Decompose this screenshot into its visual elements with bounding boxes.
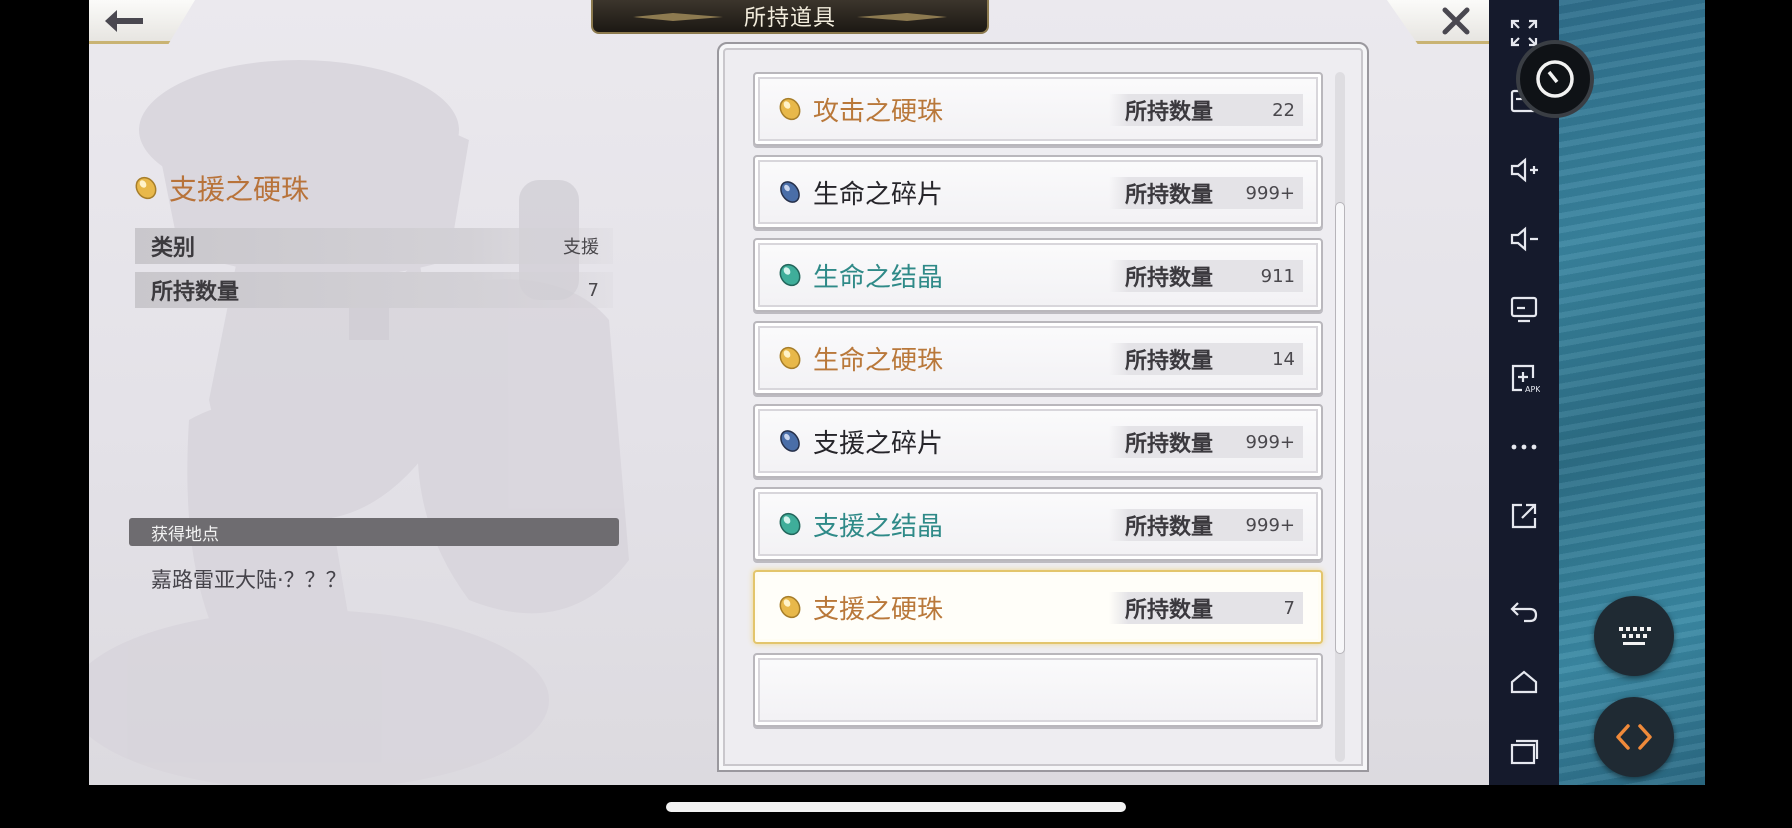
keyboard-icon <box>1619 627 1651 645</box>
blue-shard-icon <box>780 181 800 203</box>
volume-down-button[interactable] <box>1505 220 1543 258</box>
quantity-value: 22 <box>1272 99 1295 121</box>
quantity-value: 999+ <box>1245 514 1295 536</box>
item-quantity: 所持数量 7 <box>1109 592 1303 624</box>
item-name: 支援之结晶 <box>813 511 944 542</box>
source-header-label: 获得地点 <box>151 524 219 545</box>
game-viewport: 所持道具 支援之硬珠 类别 支援 所持数量 7 获得地点 嘉路雷亚大陆·？？？ <box>89 0 1489 785</box>
recents-icon <box>1510 739 1539 765</box>
quantity-label: 所持数量 <box>1125 349 1214 374</box>
page-title: 所持道具 <box>743 6 836 31</box>
install-apk-icon: APK <box>1511 364 1540 394</box>
orange-gem-icon <box>779 97 801 121</box>
quantity-label: 所持数量 <box>151 280 240 305</box>
open-external-icon <box>1511 503 1537 529</box>
display-button[interactable] <box>1505 290 1543 328</box>
quantity-label: 所持数量 <box>1125 266 1214 291</box>
volume-up-icon <box>1510 157 1538 183</box>
home-indicator[interactable] <box>666 802 1126 812</box>
scrollbar-thumb[interactable] <box>1335 202 1345 654</box>
emulator-sidebar: APK <box>1489 0 1559 785</box>
source-header: 获得地点 <box>129 518 619 546</box>
detail-category-row: 类别 支援 <box>135 228 613 264</box>
item-quantity: 所持数量 14 <box>1109 343 1303 375</box>
item-quantity: 所持数量 999+ <box>1109 177 1303 209</box>
title-ornament-left-icon <box>633 13 723 21</box>
teal-crystal-icon <box>779 512 801 536</box>
volume-up-button[interactable] <box>1505 151 1543 189</box>
list-item[interactable]: 生命之碎片 所持数量 999+ <box>753 155 1323 229</box>
quantity-value: 911 <box>1260 265 1295 287</box>
list-item[interactable]: 生命之结晶 所持数量 911 <box>753 238 1323 312</box>
item-quantity: 所持数量 999+ <box>1109 426 1303 458</box>
quantity-value: 14 <box>1272 348 1295 370</box>
orange-gem-icon <box>779 346 801 370</box>
category-value: 支援 <box>563 237 599 258</box>
code-button[interactable] <box>1594 697 1674 777</box>
list-item[interactable] <box>753 653 1323 727</box>
android-back-button[interactable] <box>1505 592 1543 630</box>
teal-crystal-icon <box>779 263 801 287</box>
title-plate: 所持道具 <box>591 0 989 34</box>
volume-down-icon <box>1510 226 1538 252</box>
home-icon <box>1510 670 1538 694</box>
list-item-selected[interactable]: 支援之硬珠 所持数量 7 <box>753 570 1323 644</box>
android-recents-button[interactable] <box>1505 732 1543 770</box>
close-button[interactable] <box>1387 0 1489 44</box>
quantity-label: 所持数量 <box>1125 598 1214 623</box>
item-name: 生命之结晶 <box>813 262 944 293</box>
blue-shard-icon <box>780 430 800 452</box>
list-item[interactable]: 攻击之硬珠 所持数量 22 <box>753 72 1323 146</box>
code-icon <box>1616 724 1652 750</box>
quantity-value: 999+ <box>1245 431 1295 453</box>
item-name: 攻击之硬珠 <box>813 96 944 127</box>
back-icon <box>1510 602 1538 623</box>
quantity-label: 所持数量 <box>1125 515 1214 540</box>
quantity-label: 所持数量 <box>1125 100 1214 125</box>
clock-icon <box>1536 60 1574 98</box>
item-name: 支援之硬珠 <box>813 594 944 625</box>
quantity-label: 所持数量 <box>1125 432 1214 457</box>
orange-gem-icon <box>135 176 157 200</box>
orange-gem-icon <box>779 595 801 619</box>
item-quantity: 所持数量 999+ <box>1109 509 1303 541</box>
list-item[interactable]: 支援之结晶 所持数量 999+ <box>753 487 1323 561</box>
keyboard-button[interactable] <box>1594 596 1674 676</box>
item-quantity: 所持数量 911 <box>1109 260 1303 292</box>
item-name: 支援之碎片 <box>813 428 944 459</box>
install-apk-button[interactable]: APK <box>1505 359 1543 397</box>
quantity-value: 7 <box>1283 597 1295 619</box>
quantity-value: 7 <box>587 279 599 301</box>
more-button[interactable] <box>1505 428 1543 466</box>
more-icon <box>1511 444 1537 450</box>
item-quantity: 所持数量 22 <box>1109 94 1303 126</box>
svg-text:APK: APK <box>1525 385 1540 394</box>
item-name: 生命之碎片 <box>813 179 944 210</box>
detail-item-header: 支援之硬珠 <box>133 168 309 208</box>
item-name: 生命之硬珠 <box>813 345 944 376</box>
item-list-panel[interactable]: 攻击之硬珠 所持数量 22 生命之碎片 所持数量 999+ 生命之结晶 所持数量… <box>717 42 1369 772</box>
android-home-button[interactable] <box>1505 663 1543 701</box>
quantity-value: 999+ <box>1245 182 1295 204</box>
list-item[interactable]: 生命之硬珠 所持数量 14 <box>753 321 1323 395</box>
arrow-left-icon <box>105 9 143 32</box>
display-icon <box>1510 296 1538 323</box>
open-external-button[interactable] <box>1505 497 1543 535</box>
detail-quantity-row: 所持数量 7 <box>135 272 613 308</box>
background-character-art <box>89 60 629 785</box>
close-icon <box>1442 7 1470 34</box>
detail-item-name: 支援之硬珠 <box>169 173 310 206</box>
category-label: 类别 <box>151 236 196 261</box>
timer-button[interactable] <box>1516 40 1594 118</box>
source-location: 嘉路雷亚大陆·？？？ <box>151 568 347 592</box>
quantity-label: 所持数量 <box>1125 183 1214 208</box>
list-item[interactable]: 支援之碎片 所持数量 999+ <box>753 404 1323 478</box>
title-ornament-right-icon <box>857 13 947 21</box>
